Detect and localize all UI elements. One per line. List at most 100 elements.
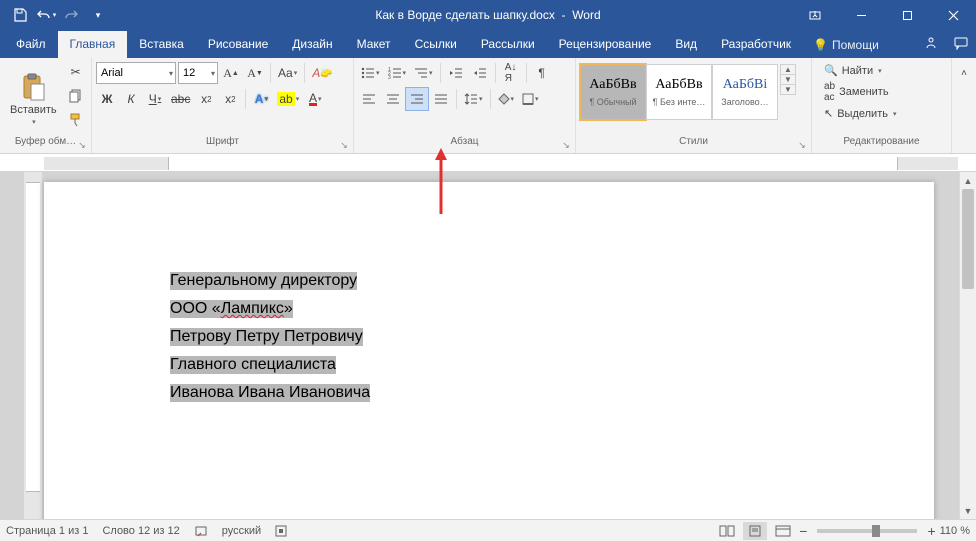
styles-launcher-icon[interactable]: ↘: [795, 138, 809, 152]
document-page[interactable]: Генеральному директору ООО «Лампикс» Пет…: [44, 182, 934, 519]
doc-line-1[interactable]: Генеральному директору: [170, 272, 357, 290]
underline-button[interactable]: Ч▾: [144, 88, 166, 110]
italic-button[interactable]: К: [120, 88, 142, 110]
highlight-icon[interactable]: ab▾: [274, 88, 302, 110]
collapse-ribbon-icon[interactable]: ˄: [953, 62, 975, 84]
group-paragraph-label: Абзац: [450, 136, 478, 147]
clipboard-launcher-icon[interactable]: ↘: [75, 138, 89, 152]
status-macro-icon[interactable]: [275, 525, 287, 537]
shading-icon[interactable]: ▾: [495, 88, 518, 110]
shrink-font-icon[interactable]: A▼: [244, 62, 266, 84]
qat-customize-icon[interactable]: ▾: [86, 3, 110, 27]
doc-line-3[interactable]: Петрову Петру Петровичу: [170, 328, 363, 346]
doc-line-2[interactable]: ООО «Лампикс»: [170, 300, 293, 318]
tab-file[interactable]: Файл: [4, 31, 58, 58]
group-styles: АаБбВв ¶ Обычный АаБбВв ¶ Без инте… АаБб…: [576, 58, 812, 153]
find-button[interactable]: 🔍Найти▾: [820, 63, 900, 78]
tab-design[interactable]: Дизайн: [280, 31, 344, 58]
replace-button[interactable]: abacЗаменить: [820, 80, 900, 104]
undo-icon[interactable]: ▾: [34, 3, 58, 27]
doc-line-5[interactable]: Иванова Ивана Ивановича: [170, 384, 370, 402]
copy-icon[interactable]: [65, 85, 87, 107]
tell-me[interactable]: 💡 Помощи: [803, 38, 889, 58]
tab-insert[interactable]: Вставка: [127, 31, 196, 58]
decrease-indent-icon[interactable]: [445, 62, 467, 84]
cut-icon[interactable]: ✂: [65, 61, 87, 83]
minimize-icon[interactable]: [838, 0, 884, 30]
view-read-icon[interactable]: [715, 522, 739, 540]
tab-home[interactable]: Главная: [58, 31, 128, 58]
bold-button[interactable]: Ж: [96, 88, 118, 110]
zoom-in-button[interactable]: +: [927, 523, 935, 539]
tab-layout[interactable]: Макет: [345, 31, 403, 58]
gallery-up-icon[interactable]: ▲: [781, 65, 795, 75]
clear-formatting-icon[interactable]: A🧽: [309, 62, 335, 84]
paste-button[interactable]: Вставить ▾: [4, 61, 63, 136]
tab-references[interactable]: Ссылки: [403, 31, 469, 58]
align-left-icon[interactable]: [358, 88, 380, 110]
superscript-icon[interactable]: x2: [219, 88, 241, 110]
ribbon-options-icon[interactable]: [792, 0, 838, 30]
scroll-thumb[interactable]: [962, 189, 974, 289]
font-launcher-icon[interactable]: ↘: [337, 138, 351, 152]
zoom-slider[interactable]: [817, 529, 917, 533]
show-marks-icon[interactable]: ¶: [531, 62, 553, 84]
redo-icon[interactable]: [60, 3, 84, 27]
select-button[interactable]: ↖Выделить▾: [820, 106, 900, 121]
text-effects-icon[interactable]: A▾: [250, 88, 272, 110]
change-case-icon[interactable]: Aa▾: [275, 62, 300, 84]
gallery-down-icon[interactable]: ▼: [781, 75, 795, 85]
status-words[interactable]: Слово 12 из 12: [102, 525, 179, 537]
align-right-icon[interactable]: [406, 88, 428, 110]
style-heading1[interactable]: АаБбВі Заголово…: [712, 64, 778, 120]
multilevel-list-icon[interactable]: ▾: [411, 62, 436, 84]
save-icon[interactable]: [8, 3, 32, 27]
document-content[interactable]: Генеральному директору ООО «Лампикс» Пет…: [170, 272, 370, 412]
share-icon[interactable]: [916, 30, 946, 58]
bullets-icon[interactable]: ▾: [358, 62, 383, 84]
font-name-combo[interactable]: Arial▾: [96, 62, 176, 84]
align-center-icon[interactable]: [382, 88, 404, 110]
scroll-up-icon[interactable]: ▲: [960, 172, 976, 189]
subscript-icon[interactable]: x2: [195, 88, 217, 110]
scroll-down-icon[interactable]: ▼: [960, 502, 976, 519]
font-color-icon[interactable]: A▾: [304, 88, 326, 110]
tab-view[interactable]: Вид: [663, 31, 709, 58]
justify-icon[interactable]: [430, 88, 452, 110]
group-clipboard-label: Буфер обм…: [15, 136, 76, 147]
tab-developer[interactable]: Разработчик: [709, 31, 803, 58]
status-page[interactable]: Страница 1 из 1: [6, 525, 88, 537]
zoom-slider-thumb[interactable]: [872, 525, 880, 537]
paragraph-launcher-icon[interactable]: ↘: [559, 138, 573, 152]
style-normal[interactable]: АаБбВв ¶ Обычный: [580, 64, 646, 120]
line-spacing-icon[interactable]: ▾: [461, 88, 486, 110]
select-icon: ↖: [824, 107, 833, 120]
borders-icon[interactable]: ▾: [519, 88, 542, 110]
search-icon: 🔍: [824, 64, 838, 77]
format-painter-icon[interactable]: [65, 109, 87, 131]
vertical-ruler[interactable]: [24, 172, 42, 519]
strikethrough-button[interactable]: abc: [168, 88, 193, 110]
tab-review[interactable]: Рецензирование: [547, 31, 664, 58]
gallery-more-icon[interactable]: ▼: [781, 85, 795, 94]
font-size-combo[interactable]: 12▾: [178, 62, 218, 84]
view-web-icon[interactable]: [771, 522, 795, 540]
tab-mailings[interactable]: Рассылки: [469, 31, 547, 58]
vertical-scrollbar[interactable]: ▲ ▼: [959, 172, 976, 519]
style-no-spacing[interactable]: АаБбВв ¶ Без инте…: [646, 64, 712, 120]
status-language[interactable]: русский: [222, 525, 261, 537]
grow-font-icon[interactable]: A▲: [220, 62, 242, 84]
increase-indent-icon[interactable]: [469, 62, 491, 84]
zoom-out-button[interactable]: −: [799, 523, 807, 539]
close-icon[interactable]: [930, 0, 976, 30]
sort-icon[interactable]: A↓Я: [500, 62, 522, 84]
maximize-icon[interactable]: [884, 0, 930, 30]
doc-line-4[interactable]: Главного специалиста: [170, 356, 336, 374]
status-spellcheck-icon[interactable]: [194, 524, 208, 538]
view-print-icon[interactable]: [743, 522, 767, 540]
numbering-icon[interactable]: 123▾: [385, 62, 410, 84]
tab-draw[interactable]: Рисование: [196, 31, 280, 58]
comments-icon[interactable]: [946, 30, 976, 58]
zoom-level[interactable]: 110 %: [940, 525, 970, 537]
horizontal-ruler[interactable]: [0, 154, 976, 172]
